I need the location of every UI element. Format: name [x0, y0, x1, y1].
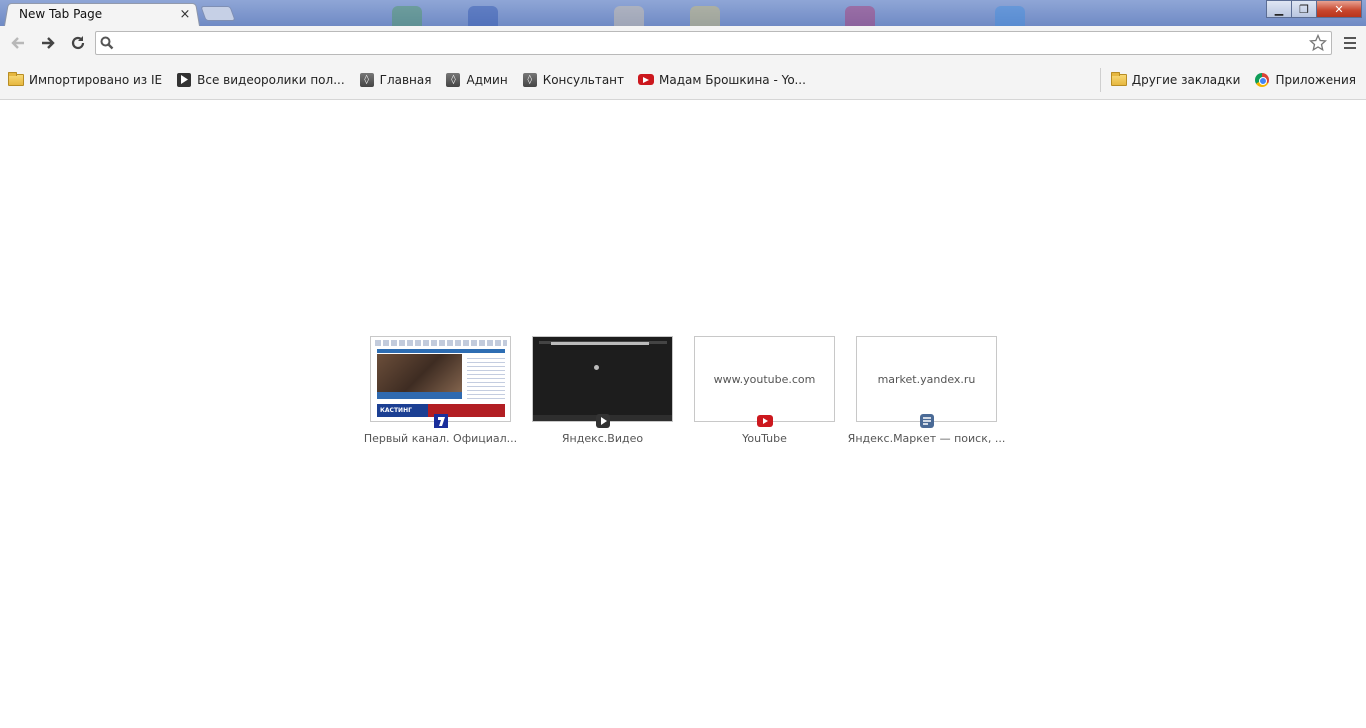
tab-title: New Tab Page — [19, 7, 103, 21]
perviy-kanal-icon — [433, 413, 449, 429]
bookmark-imported-from-ie[interactable]: Импортировано из IE — [0, 69, 168, 91]
bookmark-label: Админ — [466, 72, 508, 87]
tab-new-tab-page[interactable]: New Tab Page × — [4, 2, 200, 26]
bookmark-glavnaya[interactable]: ◊ Главная — [351, 69, 438, 91]
tile-title: YouTube — [742, 432, 787, 445]
yandex-market-icon — [919, 413, 935, 429]
omnibox-input[interactable] — [118, 33, 1305, 53]
apps-shortcut[interactable]: Приложения — [1246, 69, 1366, 91]
background-decoration — [468, 6, 498, 26]
omnibox[interactable] — [95, 31, 1332, 55]
most-visited-tiles: КАСТИНГ Первый канал. Официал... Яндекс.… — [364, 336, 1005, 445]
tile-title: Яндекс.Видео — [561, 432, 644, 445]
bookmark-all-videos[interactable]: Все видеоролики пол... — [168, 69, 351, 91]
site-icon: ◊ — [359, 72, 375, 88]
video-play-icon — [176, 72, 192, 88]
youtube-icon — [757, 413, 773, 429]
hamburger-line — [1344, 37, 1356, 39]
minimize-button[interactable]: ▁ — [1266, 0, 1292, 18]
bookmark-label: Главная — [379, 72, 432, 87]
tab-close-icon[interactable]: × — [178, 7, 192, 22]
toolbar — [0, 26, 1366, 60]
tile-title: Первый канал. Официал... — [363, 432, 518, 445]
tile-title: Яндекс.Маркет — поиск, ... — [847, 432, 1006, 445]
tile-thumbnail[interactable]: www.youtube.com — [694, 336, 835, 427]
site-icon: ◊ — [445, 72, 461, 88]
most-visited-tile[interactable]: Яндекс.Видео — [532, 336, 673, 445]
bookmark-label: Консультант — [542, 72, 625, 87]
maximize-icon: ❐ — [1299, 2, 1309, 16]
bookmarks-divider — [1099, 67, 1101, 92]
new-tab-button[interactable] — [200, 6, 236, 21]
maximize-button[interactable]: ❐ — [1291, 0, 1317, 18]
tile-thumbnail[interactable] — [532, 336, 673, 428]
menu-button[interactable] — [1340, 33, 1360, 53]
tile-thumbnail[interactable]: market.yandex.ru — [856, 336, 997, 428]
background-decoration — [690, 6, 720, 26]
bookmark-label: Импортировано из IE — [29, 72, 163, 87]
most-visited-tile[interactable]: КАСТИНГ Первый канал. Официал... — [364, 336, 517, 445]
background-decoration — [392, 6, 422, 26]
apps-icon — [1254, 72, 1270, 88]
other-bookmarks-folder[interactable]: Другие закладки — [1103, 69, 1247, 91]
tile-url: market.yandex.ru — [877, 372, 976, 386]
background-decoration — [995, 6, 1025, 26]
folder-icon — [8, 71, 24, 88]
close-window-button[interactable]: ✕ — [1316, 0, 1362, 18]
background-decoration — [614, 6, 644, 26]
bookmark-admin[interactable]: ◊ Админ — [437, 69, 513, 91]
bookmark-madam-broshkina[interactable]: Мадам Брошкина - Yo... — [630, 69, 812, 91]
most-visited-tile[interactable]: www.youtube.com YouTube — [694, 336, 835, 445]
bookmark-konsultant[interactable]: ◊ Консультант — [514, 69, 630, 91]
most-visited-tile[interactable]: market.yandex.ru Яндекс.Маркет — поиск, … — [848, 336, 1005, 445]
forward-button[interactable] — [34, 29, 62, 57]
bookmark-star-icon[interactable] — [1305, 34, 1331, 52]
other-bookmarks-label: Другие закладки — [1131, 72, 1241, 87]
forward-arrow-icon — [42, 37, 55, 49]
page-thumbnail-image: КАСТИНГ — [371, 337, 510, 421]
background-decoration — [845, 6, 875, 26]
bookmark-label: Мадам Брошкина - Yo... — [659, 72, 806, 87]
bookmark-label: Все видеоролики пол... — [197, 72, 345, 87]
reload-icon — [71, 36, 85, 50]
site-icon: ◊ — [522, 72, 538, 88]
folder-icon — [1110, 71, 1127, 88]
tile-thumbnail[interactable]: КАСТИНГ — [370, 336, 511, 428]
video-play-icon — [595, 413, 611, 429]
youtube-icon — [638, 72, 655, 88]
search-icon — [96, 36, 118, 50]
hamburger-line — [1344, 42, 1356, 44]
hamburger-line — [1344, 47, 1356, 49]
minimize-icon: ▁ — [1274, 2, 1284, 16]
page-thumbnail-image — [533, 337, 672, 421]
close-icon: ✕ — [1334, 2, 1344, 16]
bookmarks-bar: Импортировано из IE Все видеоролики пол.… — [0, 60, 1366, 100]
apps-label: Приложения — [1275, 72, 1356, 87]
back-arrow-icon — [11, 37, 24, 49]
window-controls: ▁ ❐ ✕ — [1266, 0, 1362, 18]
tile-url: www.youtube.com — [713, 372, 816, 386]
back-button[interactable] — [4, 29, 32, 57]
reload-button[interactable] — [64, 29, 92, 57]
title-bar: New Tab Page × ▁ ❐ ✕ — [0, 0, 1366, 26]
